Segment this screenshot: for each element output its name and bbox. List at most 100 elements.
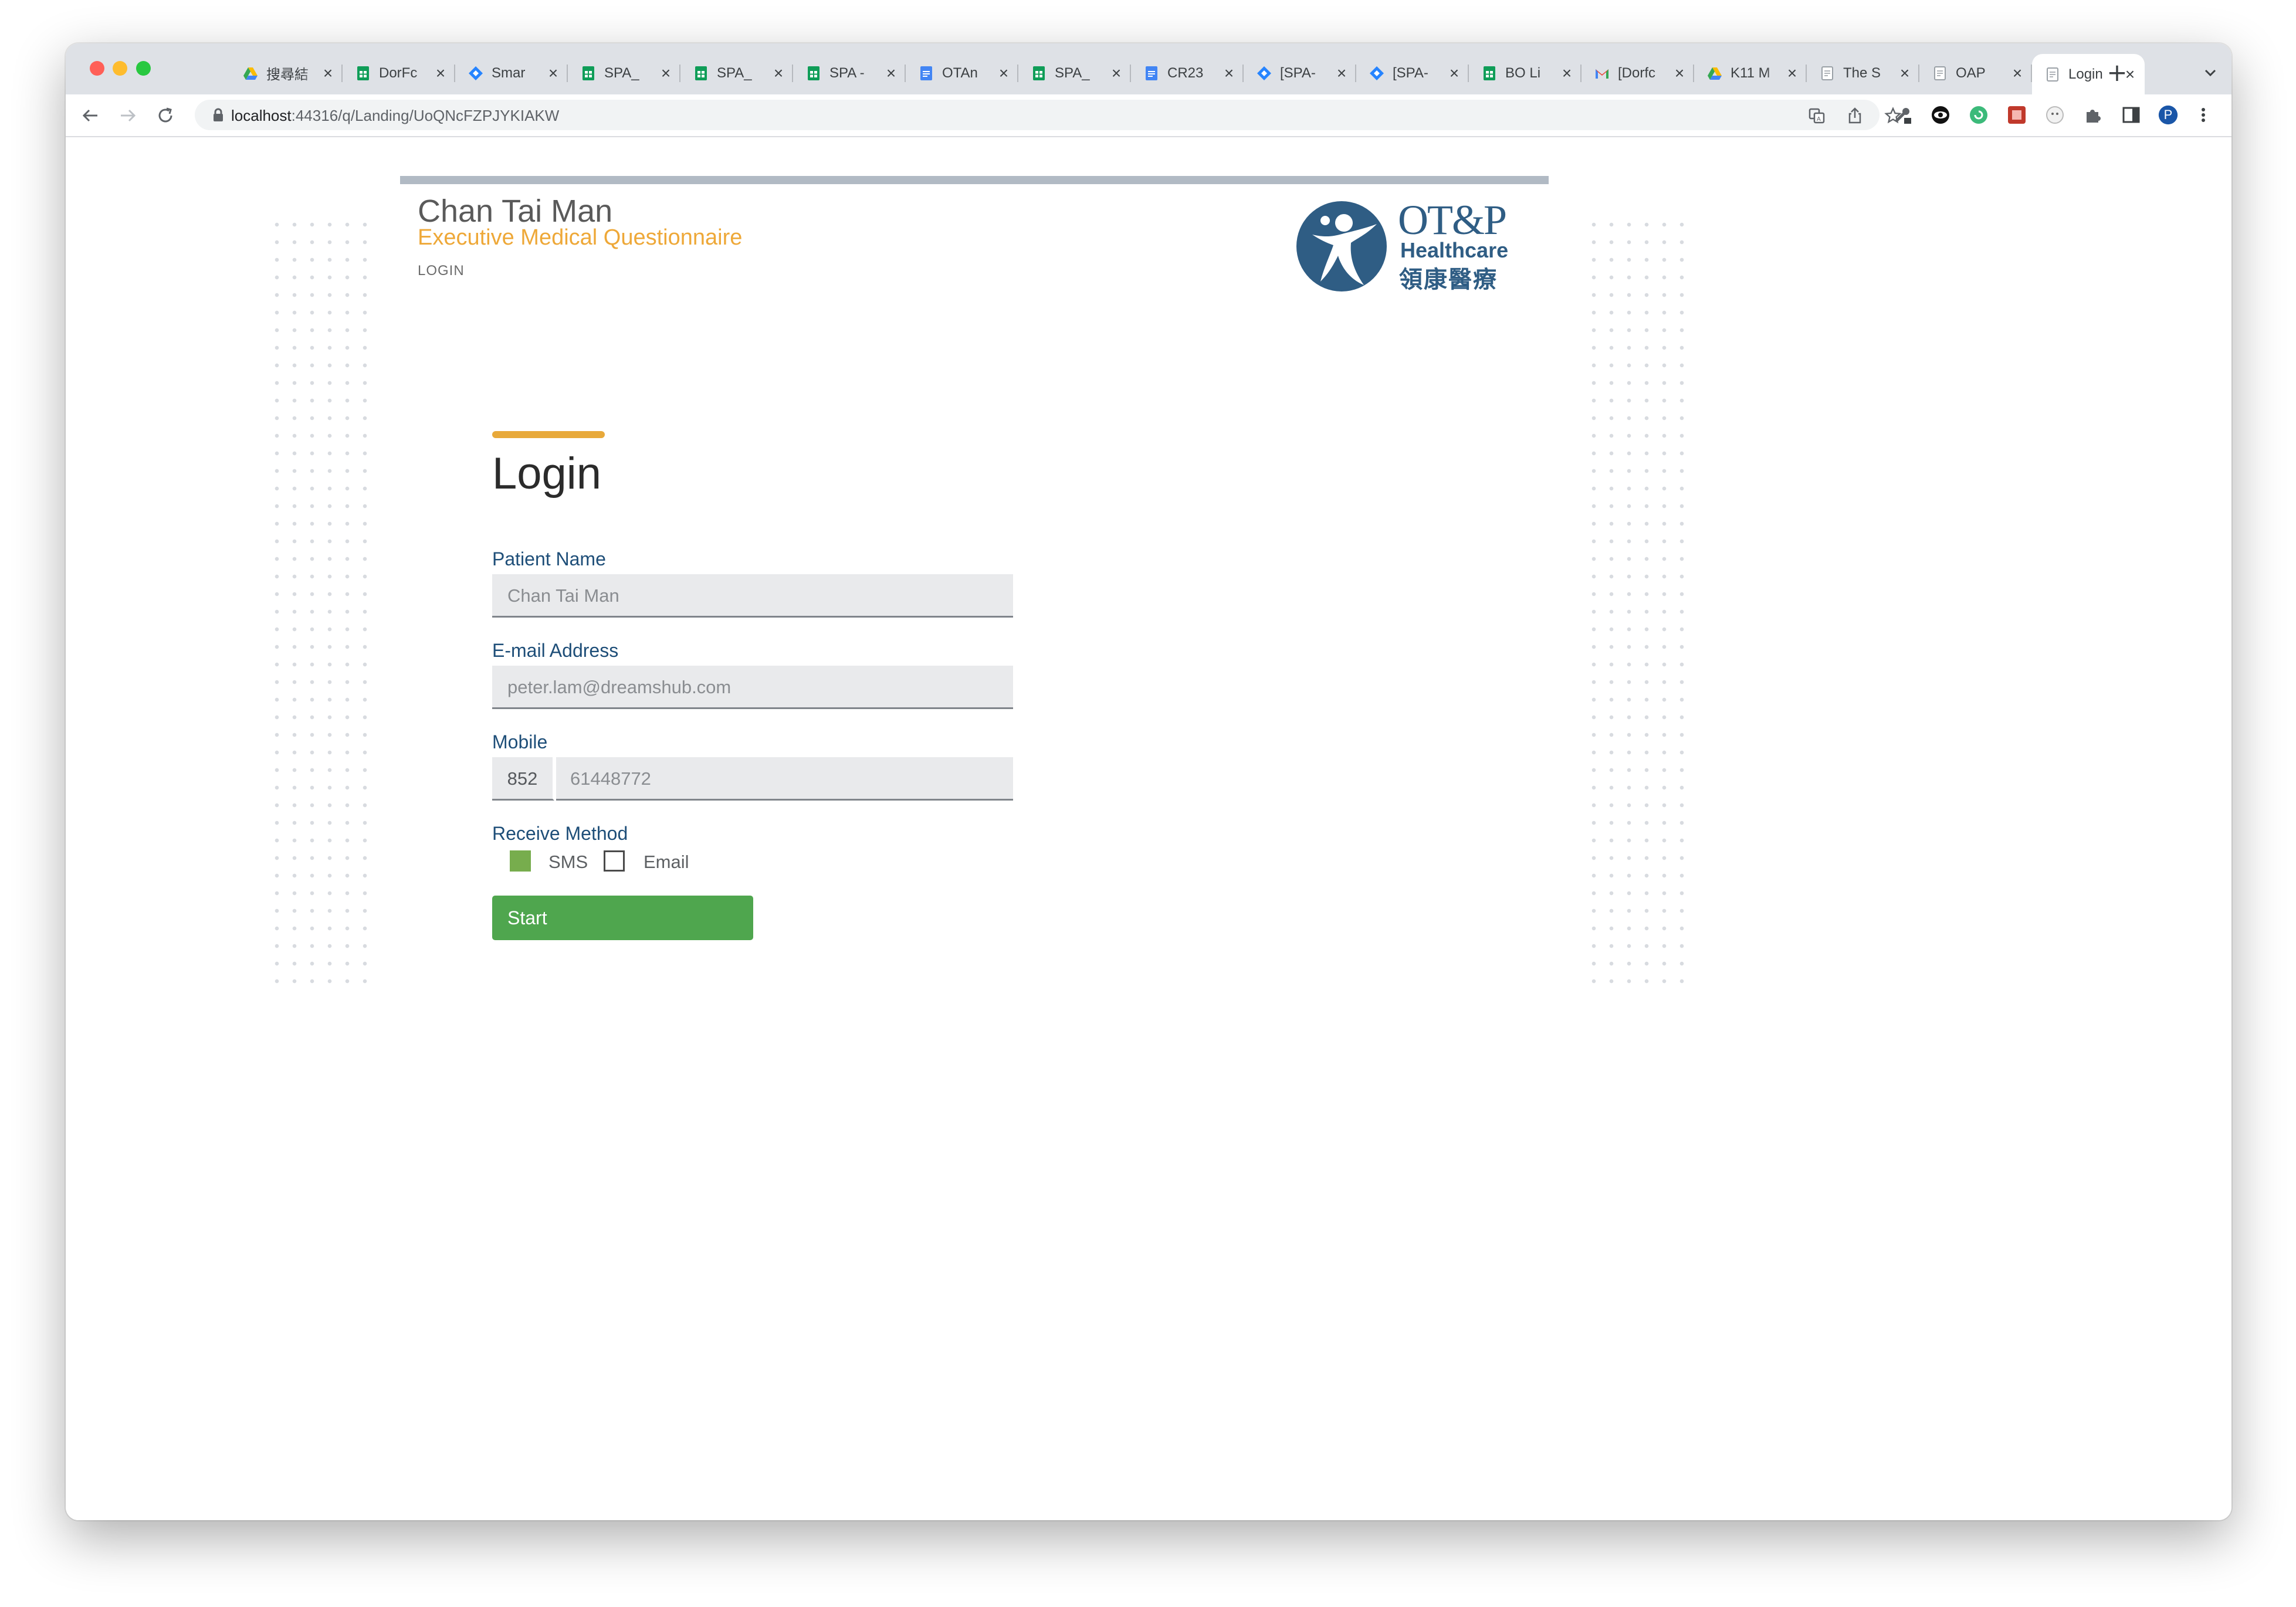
browser-tab[interactable]: SPA_ × bbox=[568, 57, 680, 89]
browser-tab[interactable]: SPA_ × bbox=[680, 57, 793, 89]
browser-tab[interactable]: OTAn × bbox=[906, 57, 1018, 89]
mobile-number-field[interactable]: 61448772 bbox=[556, 757, 1013, 801]
otp-healthcare-logo: OT&P Healthcare 領康醫療 bbox=[1295, 196, 1518, 299]
browser-tab[interactable]: 搜尋結 × bbox=[230, 57, 343, 89]
tab-close-icon[interactable]: × bbox=[1221, 65, 1237, 81]
url-path: :44316/q/Landing/UoQNcFZPJYKIAKW bbox=[291, 107, 560, 124]
svg-text:A: A bbox=[1817, 116, 1821, 123]
reload-button[interactable] bbox=[153, 103, 178, 128]
tab-close-icon[interactable]: × bbox=[771, 65, 786, 81]
tab-close-icon[interactable]: × bbox=[1447, 65, 1462, 81]
email-field[interactable]: peter.lam@dreamshub.com bbox=[492, 666, 1013, 709]
page-icon bbox=[1820, 66, 1835, 81]
tab-close-icon[interactable]: × bbox=[2010, 65, 2025, 81]
tab-close-icon[interactable]: × bbox=[433, 65, 448, 81]
browser-tab[interactable]: [SPA- × bbox=[1356, 57, 1469, 89]
lock-icon[interactable] bbox=[212, 108, 224, 122]
browser-tab[interactable]: BO Li × bbox=[1469, 57, 1582, 89]
extension-eye-icon[interactable] bbox=[1931, 105, 1950, 125]
tab-title: DorFc bbox=[379, 65, 418, 81]
start-button[interactable]: Start bbox=[492, 896, 753, 940]
jira-icon bbox=[1369, 66, 1384, 81]
browser-tab[interactable]: [SPA- × bbox=[1244, 57, 1356, 89]
tab-close-icon[interactable]: × bbox=[658, 65, 673, 81]
gmail-icon bbox=[1594, 66, 1610, 81]
url-host: localhost bbox=[231, 107, 292, 124]
tab-title: CR23 bbox=[1167, 65, 1204, 81]
tab-title: BO Li bbox=[1505, 65, 1541, 81]
logo-wordmark: OT&P bbox=[1398, 196, 1507, 243]
sms-checkbox[interactable] bbox=[510, 850, 531, 872]
tab-title: SPA_ bbox=[717, 65, 752, 81]
side-panel-button[interactable] bbox=[2121, 105, 2141, 125]
forward-arrow-icon bbox=[121, 109, 136, 122]
side-panel-icon bbox=[2122, 107, 2140, 123]
browser-tab[interactable]: [Dorfc × bbox=[1582, 57, 1694, 89]
browser-tab[interactable]: CR23 × bbox=[1131, 57, 1244, 89]
tab-title: [SPA- bbox=[1280, 65, 1316, 81]
close-window-button[interactable] bbox=[90, 61, 104, 76]
tab-close-icon[interactable]: × bbox=[546, 65, 561, 81]
tab-close-icon[interactable]: × bbox=[1897, 65, 1912, 81]
browser-tab[interactable]: SPA_ × bbox=[1018, 57, 1131, 89]
tab-close-icon[interactable]: × bbox=[320, 65, 336, 81]
tab-close-icon[interactable]: × bbox=[1784, 65, 1800, 81]
browser-tab[interactable]: SPA - × bbox=[793, 57, 906, 89]
page-icon bbox=[2045, 67, 2060, 82]
tab-search-icon[interactable] bbox=[2200, 62, 2221, 83]
tab-title: K11 M bbox=[1731, 65, 1770, 81]
sms-option-label[interactable]: SMS bbox=[548, 852, 588, 873]
reload-icon bbox=[158, 107, 172, 123]
extension-green-icon[interactable] bbox=[1969, 105, 1989, 125]
tab-title: OTAn bbox=[942, 65, 978, 81]
browser-tab[interactable]: The S × bbox=[1807, 57, 1919, 89]
page-icon bbox=[1932, 66, 1948, 81]
mobile-country-code[interactable]: 852 bbox=[492, 757, 554, 801]
dot-pattern-left bbox=[268, 216, 374, 990]
breadcrumb: LOGIN bbox=[418, 263, 465, 279]
new-tab-button[interactable]: + bbox=[2104, 60, 2130, 86]
tab-title: The S bbox=[1843, 65, 1881, 81]
extensions-button[interactable] bbox=[2083, 105, 2103, 125]
extension-red-icon[interactable] bbox=[2007, 105, 2027, 125]
email-checkbox[interactable] bbox=[604, 850, 625, 872]
tab-close-icon[interactable]: × bbox=[996, 65, 1011, 81]
tab-close-icon[interactable]: × bbox=[1672, 65, 1687, 81]
google-docs-icon bbox=[1144, 66, 1159, 81]
browser-tab[interactable]: Smar × bbox=[455, 57, 568, 89]
minimize-window-button[interactable] bbox=[113, 61, 127, 76]
maximize-window-button[interactable] bbox=[136, 61, 151, 76]
tab-close-icon[interactable]: × bbox=[1334, 65, 1349, 81]
tab-close-icon[interactable]: × bbox=[1559, 65, 1574, 81]
logo-healthcare-text: Healthcare bbox=[1400, 238, 1509, 262]
questionnaire-subtitle: Executive Medical Questionnaire bbox=[418, 225, 743, 250]
logo-figure-icon bbox=[1296, 201, 1387, 291]
email-option-label[interactable]: Email bbox=[644, 852, 689, 873]
browser-tab[interactable]: K11 M × bbox=[1694, 57, 1807, 89]
google-drive-icon bbox=[243, 66, 258, 81]
google-sheets-icon bbox=[1031, 66, 1047, 81]
google-sheets-icon bbox=[581, 66, 596, 81]
extension-ghost-icon[interactable] bbox=[2045, 105, 2065, 125]
tab-title: SPA_ bbox=[604, 65, 639, 81]
browser-tab[interactable]: OAP × bbox=[1919, 57, 2032, 89]
login-heading: Login bbox=[492, 449, 601, 499]
profile-avatar[interactable]: P bbox=[2158, 105, 2178, 125]
extension-tools-icon[interactable] bbox=[1892, 105, 1912, 125]
forward-button[interactable] bbox=[115, 103, 141, 128]
url-text[interactable]: localhost:44316/q/Landing/UoQNcFZPJYKIAK… bbox=[231, 107, 559, 125]
share-icon[interactable] bbox=[1846, 107, 1864, 124]
patient-name-heading: Chan Tai Man bbox=[418, 194, 613, 229]
tab-close-icon[interactable]: × bbox=[1109, 65, 1124, 81]
patient-name-field[interactable]: Chan Tai Man bbox=[492, 574, 1013, 618]
tab-close-icon[interactable]: × bbox=[883, 65, 899, 81]
address-bar[interactable]: localhost:44316/q/Landing/UoQNcFZPJYKIAK… bbox=[195, 100, 1902, 130]
tab-title: [Dorfc bbox=[1618, 65, 1656, 81]
back-button[interactable] bbox=[77, 103, 103, 128]
translate-icon[interactable]: A bbox=[1808, 107, 1826, 124]
browser-tab[interactable]: DorFc × bbox=[343, 57, 455, 89]
page-content: Chan Tai Man Executive Medical Questionn… bbox=[66, 137, 2231, 1520]
browser-menu-button[interactable] bbox=[2193, 105, 2213, 125]
tab-title: SPA_ bbox=[1055, 65, 1090, 81]
ghost-icon bbox=[2046, 106, 2064, 124]
